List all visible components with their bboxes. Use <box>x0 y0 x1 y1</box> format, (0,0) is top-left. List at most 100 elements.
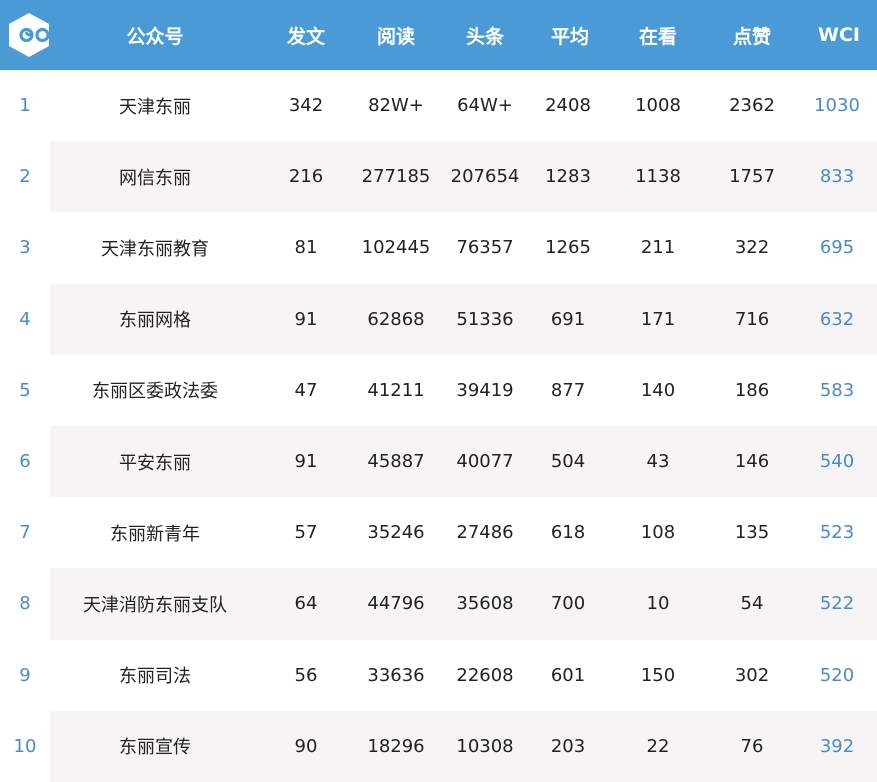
reads-cell: 18296 <box>367 735 425 757</box>
watching-cell: 150 <box>640 664 676 686</box>
posts-cell: 342 <box>288 95 324 117</box>
wci-cell: 522 <box>819 593 855 615</box>
headline-cell: 39419 <box>456 379 514 401</box>
likes-cell: 135 <box>734 522 770 544</box>
wci-cell: 833 <box>819 166 855 188</box>
watching-cell: 211 <box>640 237 676 259</box>
header-wci[interactable]: WCI <box>818 0 860 70</box>
account-name-cell: 东丽宣传 <box>119 737 191 759</box>
wci-cell: 392 <box>819 735 855 757</box>
reads-cell: 277185 <box>361 166 431 188</box>
likes-cell: 2362 <box>729 95 775 117</box>
watching-cell: 1138 <box>635 166 681 188</box>
watching-cell: 10 <box>646 593 670 615</box>
wci-cell: 583 <box>819 379 855 401</box>
average-cell: 700 <box>550 593 586 615</box>
average-cell: 504 <box>550 451 586 473</box>
average-cell: 877 <box>550 379 586 401</box>
watching-cell: 108 <box>640 522 676 544</box>
watching-cell: 22 <box>646 735 670 757</box>
rank-cell: 4 <box>19 308 31 330</box>
headline-cell: 10308 <box>456 735 514 757</box>
header-watching[interactable]: 在看 <box>639 0 677 70</box>
likes-cell: 54 <box>740 593 764 615</box>
ranking-table: 公众号 发文 阅读 头条 平均 在看 点赞 WCI 1 天津东丽 342 82W+ 64… <box>0 0 877 782</box>
table-body: 1 天津东丽 342 82W+ 64W+ 2408 1008 2362 1030 2 网信东丽 216… <box>0 70 877 782</box>
average-cell: 1265 <box>545 237 591 259</box>
average-cell: 1283 <box>545 166 591 188</box>
account-name-cell: 天津消防东丽支队 <box>83 594 227 616</box>
average-cell: 618 <box>550 522 586 544</box>
account-name-cell: 平安东丽 <box>119 452 191 474</box>
wci-cell: 520 <box>819 664 855 686</box>
rank-cell: 7 <box>19 522 31 544</box>
rank-cell: 1 <box>19 95 31 117</box>
wci-cell: 1030 <box>814 95 860 117</box>
infinity-hexagon-logo-icon <box>9 13 50 57</box>
reads-cell: 44796 <box>367 593 425 615</box>
posts-cell: 81 <box>294 237 318 259</box>
table-header: 公众号 发文 阅读 头条 平均 在看 点赞 WCI <box>0 0 877 70</box>
likes-cell: 146 <box>734 451 770 473</box>
reads-cell: 33636 <box>367 664 425 686</box>
posts-cell: 57 <box>294 522 318 544</box>
table-row[interactable]: 2 网信东丽 216 277185 207654 1283 1138 1757 833 <box>0 141 877 213</box>
reads-cell: 102445 <box>361 237 431 259</box>
header-reads[interactable]: 阅读 <box>377 0 415 70</box>
headline-cell: 22608 <box>456 664 514 686</box>
reads-cell: 41211 <box>367 379 425 401</box>
posts-cell: 216 <box>288 166 324 188</box>
header-average[interactable]: 平均 <box>551 0 589 70</box>
posts-cell: 56 <box>294 664 318 686</box>
likes-cell: 1757 <box>729 166 775 188</box>
likes-cell: 716 <box>734 308 770 330</box>
rank-cell: 5 <box>19 379 31 401</box>
reads-cell: 45887 <box>367 451 425 473</box>
rank-cell: 2 <box>19 166 31 188</box>
account-name-cell: 东丽新青年 <box>110 523 200 545</box>
watching-cell: 43 <box>646 451 670 473</box>
table-row[interactable]: 4 东丽网格 91 62868 51336 691 171 716 632 <box>0 283 877 355</box>
headline-cell: 51336 <box>456 308 514 330</box>
posts-cell: 91 <box>294 308 318 330</box>
header-posts[interactable]: 发文 <box>287 0 325 70</box>
likes-cell: 322 <box>734 237 770 259</box>
header-likes[interactable]: 点赞 <box>733 0 771 70</box>
wci-cell: 632 <box>819 308 855 330</box>
posts-cell: 91 <box>294 451 318 473</box>
wci-cell: 695 <box>819 237 855 259</box>
rank-cell: 10 <box>13 735 37 757</box>
headline-cell: 35608 <box>456 593 514 615</box>
table-row[interactable]: 1 天津东丽 342 82W+ 64W+ 2408 1008 2362 1030 <box>0 70 877 141</box>
headline-cell: 76357 <box>456 237 514 259</box>
headline-cell: 207654 <box>450 166 520 188</box>
table-row[interactable]: 9 东丽司法 56 33636 22608 601 150 302 520 <box>0 640 877 711</box>
rank-cell: 8 <box>19 593 31 615</box>
headline-cell: 40077 <box>456 451 514 473</box>
table-row[interactable]: 5 东丽区委政法委 47 41211 39419 877 140 186 583 <box>0 355 877 426</box>
wci-cell: 523 <box>819 522 855 544</box>
watching-cell: 1008 <box>635 95 681 117</box>
account-name-cell: 网信东丽 <box>119 167 191 189</box>
likes-cell: 302 <box>734 664 770 686</box>
table-row[interactable]: 8 天津消防东丽支队 64 44796 35608 700 10 54 522 <box>0 568 877 640</box>
account-name-cell: 东丽区委政法委 <box>92 381 218 403</box>
header-account[interactable]: 公众号 <box>126 0 183 70</box>
watching-cell: 171 <box>640 308 676 330</box>
header-headline[interactable]: 头条 <box>466 0 504 70</box>
table-row[interactable]: 10 东丽宣传 90 18296 10308 203 22 76 392 <box>0 710 877 782</box>
posts-cell: 64 <box>294 593 318 615</box>
table-row[interactable]: 3 天津东丽教育 81 102445 76357 1265 211 322 695 <box>0 212 877 283</box>
headline-cell: 27486 <box>456 522 514 544</box>
average-cell: 601 <box>550 664 586 686</box>
headline-cell: 64W+ <box>457 95 513 117</box>
reads-cell: 62868 <box>367 308 425 330</box>
table-row[interactable]: 7 东丽新青年 57 35246 27486 618 108 135 523 <box>0 497 877 568</box>
account-name-cell: 天津东丽教育 <box>101 238 209 260</box>
rank-cell: 6 <box>19 451 31 473</box>
table-row[interactable]: 6 平安东丽 91 45887 40077 504 43 146 540 <box>0 425 877 498</box>
account-name-cell: 天津东丽 <box>119 96 191 118</box>
rank-cell: 9 <box>19 664 31 686</box>
posts-cell: 47 <box>294 379 318 401</box>
average-cell: 2408 <box>545 95 591 117</box>
